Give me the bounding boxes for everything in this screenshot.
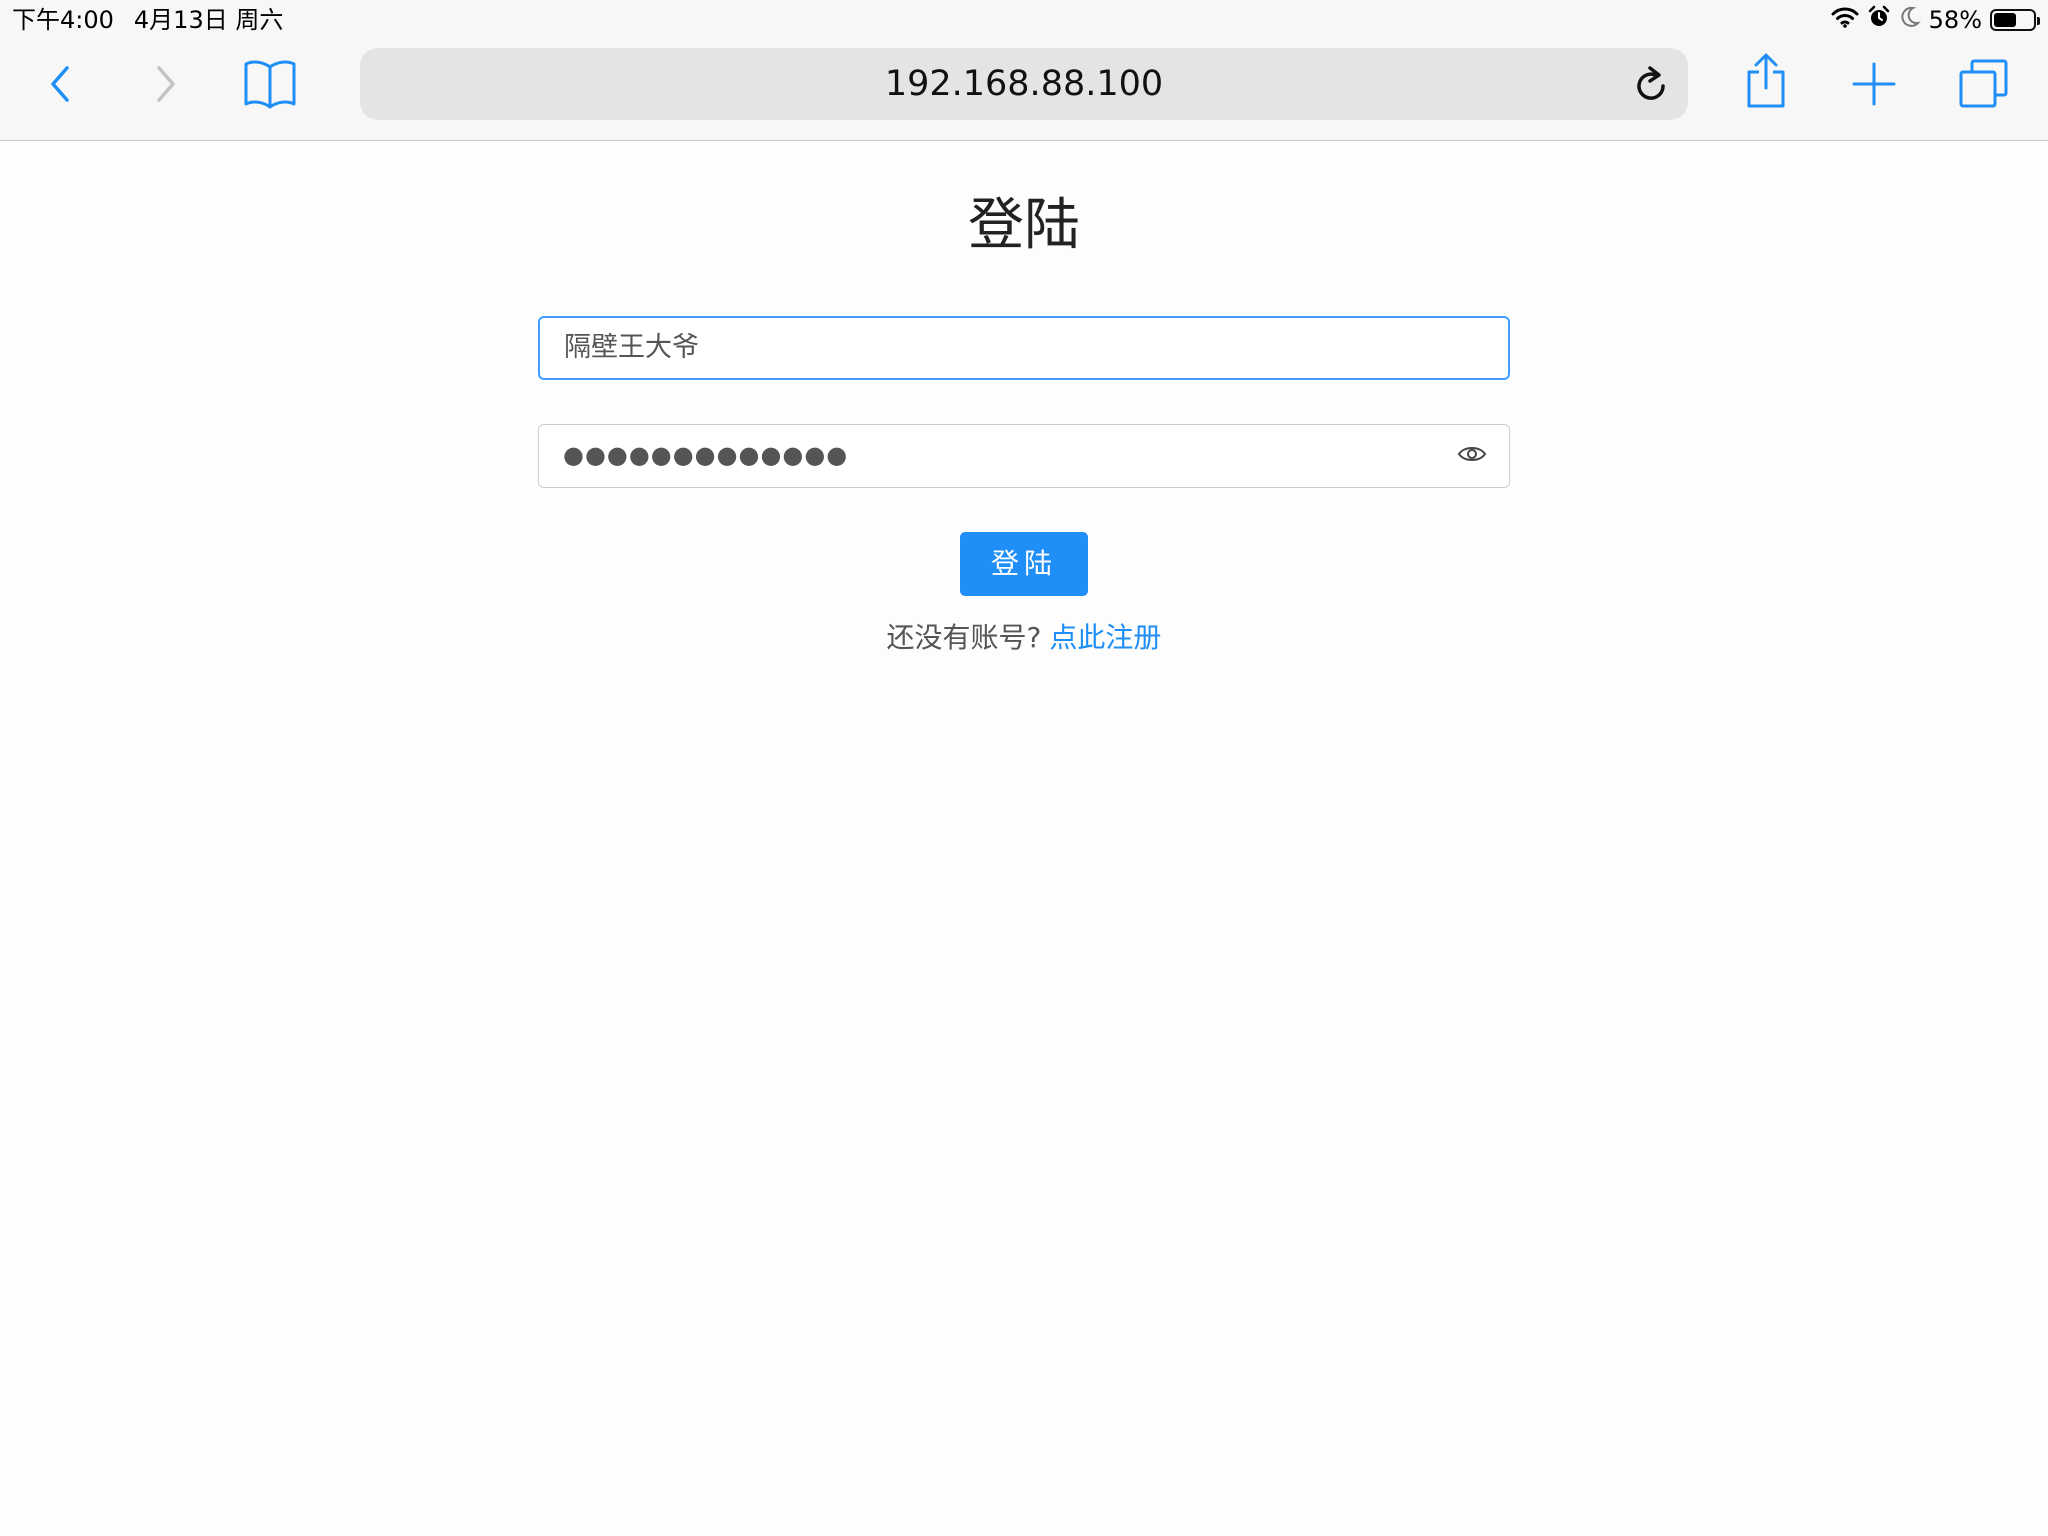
moon-icon [1899, 5, 1921, 35]
username-field[interactable]: 隔壁王大爷 [538, 316, 1510, 380]
tabs-icon[interactable] [1958, 58, 2010, 110]
reload-icon[interactable] [1632, 64, 1670, 108]
share-icon[interactable] [1744, 52, 1788, 110]
forward-icon[interactable] [152, 64, 180, 104]
address-bar[interactable]: 192.168.88.100 [360, 48, 1688, 120]
status-time-date: 下午4:00 4月13日 周六 [12, 5, 283, 35]
browser-toolbar: 192.168.88.100 [0, 40, 2048, 141]
register-prompt-line: 还没有账号? 点此注册 [0, 618, 2048, 658]
battery-percent: 58% [1928, 6, 1982, 34]
battery-level [1994, 13, 2017, 27]
new-tab-icon[interactable] [1852, 62, 1896, 106]
alarm-icon [1867, 5, 1891, 35]
back-icon[interactable] [46, 64, 74, 104]
password-value: ●●●●●●●●●●●●● [563, 441, 849, 469]
battery-icon [1990, 9, 2040, 31]
show-password-icon[interactable] [1457, 443, 1487, 469]
page-title: 登陆 [968, 193, 1080, 258]
bookmarks-icon[interactable] [242, 56, 298, 112]
register-prompt: 还没有账号? [886, 621, 1042, 654]
username-value: 隔壁王大爷 [564, 332, 699, 363]
status-date: 4月13日 周六 [133, 6, 284, 34]
status-time: 下午4:00 [12, 6, 114, 34]
url-text: 192.168.88.100 [884, 64, 1164, 104]
status-indicators: 58% [1831, 5, 2040, 35]
register-link[interactable]: 点此注册 [1049, 621, 1161, 654]
password-field[interactable]: ●●●●●●●●●●●●● [538, 424, 1510, 488]
wifi-icon [1831, 5, 1859, 35]
login-button[interactable]: 登陆 [960, 532, 1088, 596]
status-bar: 下午4:00 4月13日 周六 58% [0, 0, 2048, 40]
